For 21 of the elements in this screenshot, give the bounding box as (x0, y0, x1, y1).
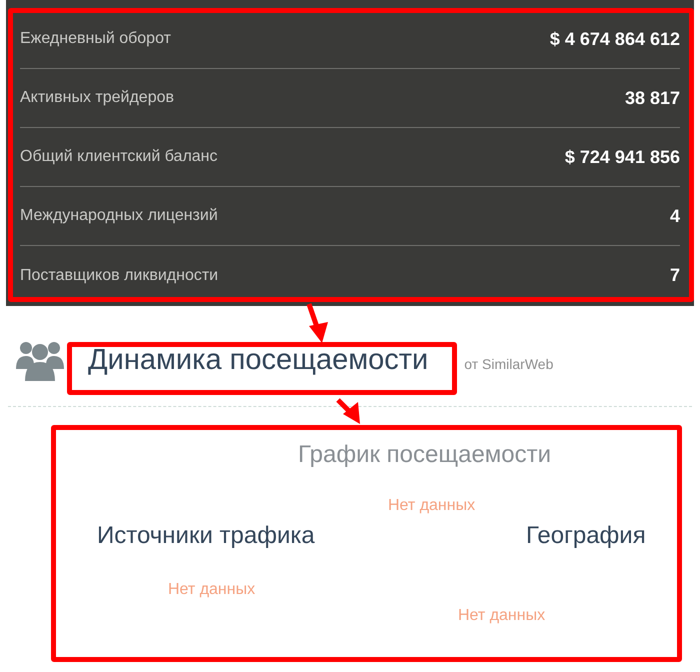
stat-value: $ 4 674 864 612 (550, 28, 680, 50)
widget-title: География (526, 521, 646, 551)
source-label: от SimilarWeb (464, 354, 554, 374)
stat-label: Активных трейдеров (20, 88, 174, 108)
no-data-message: Нет данных (168, 580, 256, 600)
stat-label: Поставщиков ликвидности (20, 266, 218, 286)
widget-title: График посещаемости (298, 440, 552, 470)
section-title: Динамика посещаемости (88, 346, 428, 374)
stat-value: 4 (670, 204, 680, 228)
users-icon (16, 339, 64, 381)
stat-value: 38 817 (624, 86, 680, 110)
stat-label: Ежедневный оборот (20, 29, 171, 49)
widget-title: Источники трафика (97, 521, 315, 551)
stat-value: $ 724 941 856 (564, 146, 680, 168)
annotation-arrow (336, 398, 360, 424)
stat-value: 7 (670, 264, 680, 287)
stat-label: Международных лицензий (20, 206, 218, 226)
no-data-message: Нет данных (388, 496, 476, 516)
stat-label: Общий клиентский баланс (20, 147, 218, 167)
no-data-message: Нет данных (458, 606, 546, 626)
annotation-arrow (306, 303, 328, 343)
